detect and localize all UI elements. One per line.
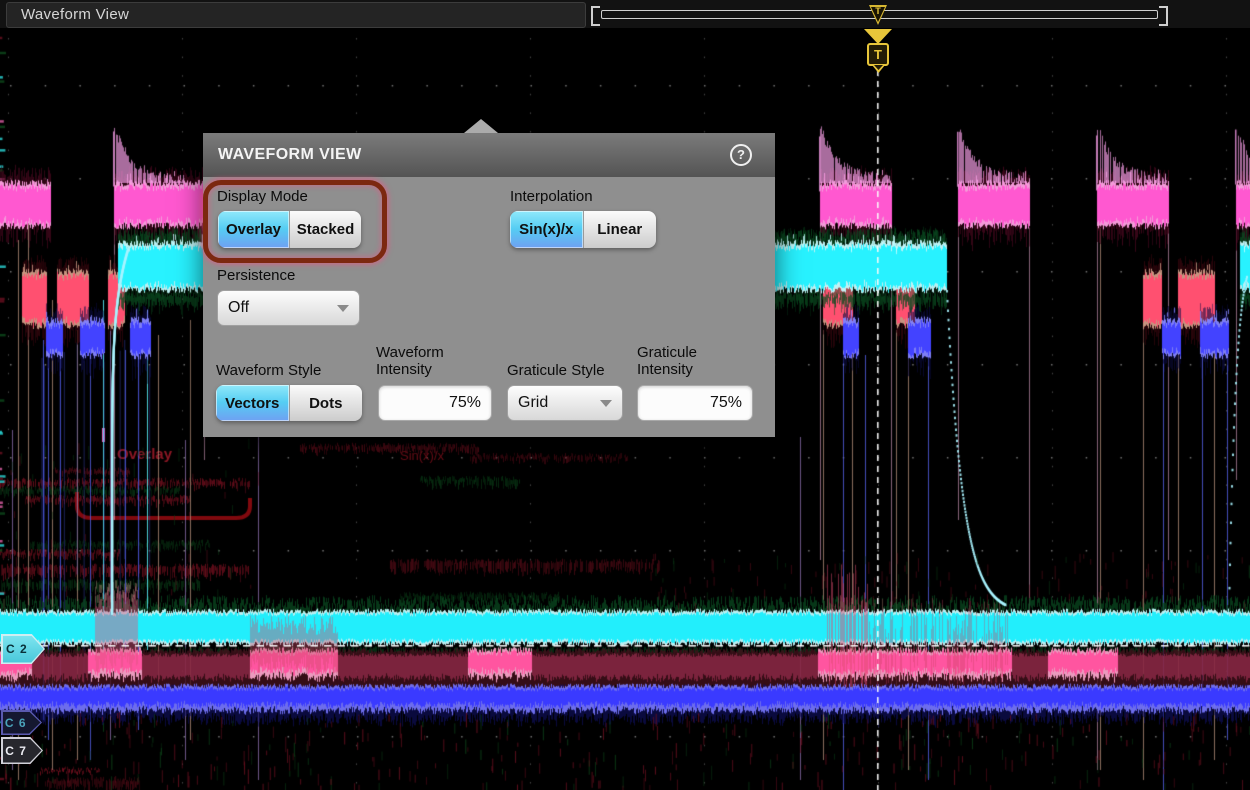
trigger-flag-label: T — [869, 6, 887, 16]
chevron-down-icon — [337, 305, 349, 312]
dialog-pointer-icon — [464, 119, 498, 133]
interpolation-label: Interpolation — [510, 188, 593, 205]
waveform-intensity-field[interactable]: 75% — [378, 385, 492, 421]
channel-badge-c6[interactable]: C 6 — [1, 710, 42, 735]
dialog-title: WAVEFORM VIEW — [218, 146, 362, 164]
trigger-position-flag[interactable]: T — [869, 5, 887, 25]
record-view-right-bracket — [1159, 6, 1168, 26]
graticule-style-dropdown[interactable]: Grid — [507, 385, 623, 421]
waveform-intensity-value: 75% — [449, 394, 481, 412]
dialog-header[interactable]: WAVEFORM VIEW ? — [203, 133, 775, 177]
vectors-button[interactable]: Vectors — [216, 385, 289, 421]
display-mode-label: Display Mode — [217, 188, 308, 205]
channel-badge-label: C 7 — [1, 737, 31, 764]
waveform-intensity-label: Waveform Intensity — [376, 344, 444, 378]
top-title-bar: Waveform View T — [0, 0, 1250, 29]
graticule-style-value: Grid — [518, 394, 548, 412]
dots-button[interactable]: Dots — [289, 385, 363, 421]
waveform-view-dialog: WAVEFORM VIEW ? Display Mode Overlay Sta… — [203, 133, 775, 437]
sinx-button[interactable]: Sin(x)/x — [510, 211, 583, 248]
stacked-button[interactable]: Stacked — [289, 211, 361, 248]
trigger-arrow-icon — [864, 29, 892, 44]
linear-button[interactable]: Linear — [583, 211, 657, 248]
chevron-down-icon — [600, 400, 612, 407]
waveform-style-label: Waveform Style — [216, 362, 321, 379]
graticule-intensity-label: Graticule Intensity — [637, 344, 697, 378]
interpolation-segmented: Sin(x)/x Linear — [510, 211, 656, 248]
persistence-value: Off — [228, 299, 249, 317]
trigger-badge: T — [867, 43, 889, 66]
graticule-intensity-field[interactable]: 75% — [637, 385, 753, 421]
display-mode-segmented: Overlay Stacked — [218, 211, 361, 248]
trigger-marker[interactable]: T — [864, 29, 892, 75]
persistence-dropdown[interactable]: Off — [217, 290, 360, 326]
channel-badge-label: C 2 — [1, 634, 33, 664]
graticule-intensity-value: 75% — [710, 394, 742, 412]
view-title: Waveform View — [21, 6, 129, 23]
waveform-view-tab[interactable]: Waveform View — [6, 2, 586, 28]
channel-badge-label: C 6 — [1, 710, 31, 735]
waveform-style-segmented: Vectors Dots — [216, 385, 362, 421]
graticule-style-label: Graticule Style — [507, 362, 605, 379]
overlay-button[interactable]: Overlay — [218, 211, 289, 248]
persistence-label: Persistence — [217, 267, 295, 284]
help-icon[interactable]: ? — [730, 144, 752, 166]
record-view-left-bracket — [591, 6, 600, 26]
channel-badge-c7[interactable]: C 7 — [1, 737, 43, 764]
oscilloscope-screen: Waveform View T T C 2 C 6 C 7 W — [0, 0, 1250, 790]
channel-badge-c2[interactable]: C 2 — [1, 634, 45, 664]
